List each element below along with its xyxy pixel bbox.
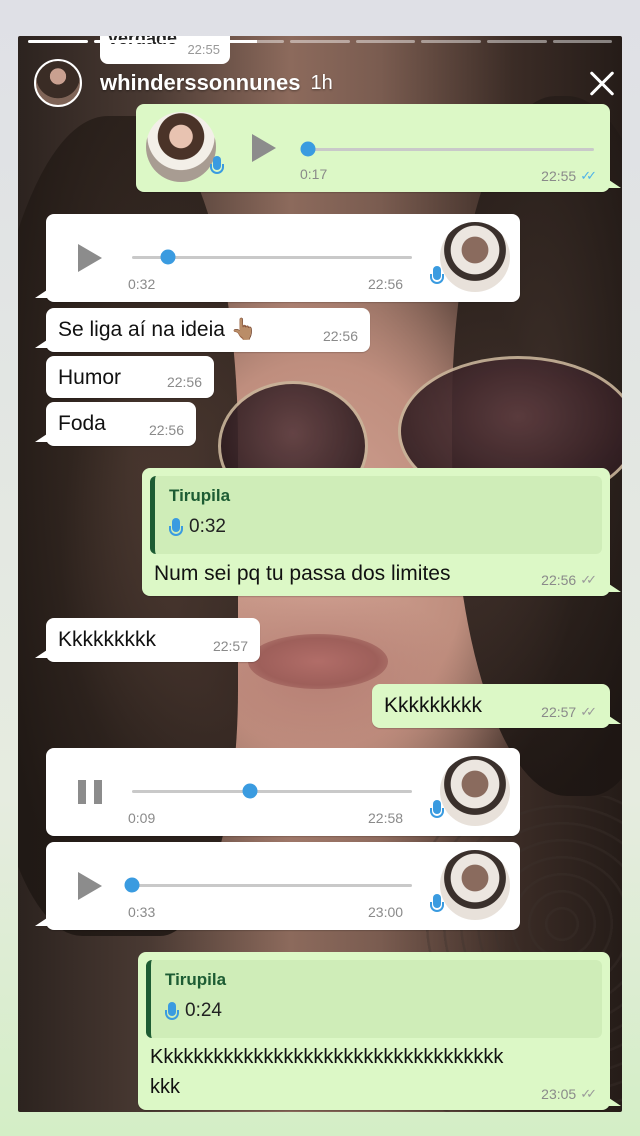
microphone-icon [430,266,444,288]
message-text-outgoing[interactable]: Kkkkkkkkk 22:57 ✓✓ [372,684,621,728]
message-text-incoming[interactable]: Foda 22:56 [35,402,196,446]
voice-duration: 0:17 [300,166,328,182]
message-text: Se liga aí na ideia 👆🏽 [58,318,257,341]
message-reply-outgoing[interactable]: Tirupila 0:32 Num sei pq tu passa dos li… [142,468,621,596]
read-ticks-icon: ✓✓ [580,168,597,183]
story-header: whinderssonnunes 1h [34,58,624,108]
message-reply-outgoing[interactable]: Tirupila 0:24 Kkkkkkkkkkkkkkkkkkkkkkkkkk… [138,952,621,1110]
sender-avatar [440,850,510,920]
message-time: 22:57 [212,638,248,654]
story-progress-segment [290,40,350,43]
play-icon[interactable] [78,244,102,272]
voice-track[interactable] [124,877,412,893]
message-text-incoming[interactable]: Kkkkkkkkk 22:57 [35,618,260,662]
message-meta: 22:57 [213,638,248,654]
quoted-voice-duration: 0:24 [185,1000,222,1021]
play-icon[interactable] [78,872,102,900]
story-time-ago: 1h [310,71,333,94]
sender-avatar [146,112,216,182]
voice-track[interactable] [300,141,594,157]
sender-avatar [440,222,510,292]
microphone-icon [169,518,183,540]
voice-duration: 0:32 [128,276,156,292]
close-icon[interactable] [582,64,622,104]
message-meta: 22:56 [149,422,184,438]
cutoff-message-time: 22:55 [187,42,220,57]
message-time: 22:56 [541,572,577,588]
voice-scrubber-knob[interactable] [160,249,176,265]
story-photo-lips [248,634,388,689]
sender-avatar [440,756,510,826]
story-progress-segment [28,40,88,43]
story-progress-segment [355,40,416,43]
microphone-icon [430,800,444,822]
quoted-message[interactable]: Tirupila 0:32 [150,476,602,554]
message-text-incoming[interactable]: Se liga aí na ideia 👆🏽 22:56 [35,308,370,352]
pause-icon[interactable] [78,780,102,804]
voice-track[interactable] [132,783,412,799]
microphone-icon [165,1002,179,1024]
message-meta: 22:55 ✓✓ [541,168,598,184]
message-text: Kkkkkkkkk [384,694,483,717]
message-voice-incoming[interactable]: 0:33 23:00 [35,842,520,930]
message-text: Humor [58,366,122,389]
voice-scrubber-knob[interactable] [124,877,140,893]
message-text-line: kkk [150,1076,180,1098]
message-time: 22:56 [166,374,202,390]
quoted-message[interactable]: Tirupila 0:24 [146,960,602,1038]
story-progress-fill [159,40,219,43]
story-progress-segment [93,40,154,43]
story-progress-segment [421,40,481,43]
message-time: 22:58 [368,810,404,826]
story-progress-fill [224,40,258,43]
delivered-ticks-icon: ✓✓ [580,704,597,719]
story-progress-bar [28,40,613,44]
quoted-voice-duration: 0:32 [189,516,226,537]
message-meta: 22:57 ✓✓ [541,704,598,720]
message-voice-incoming[interactable]: 0:09 22:58 [46,748,520,836]
story-progress-segment [224,40,285,43]
message-meta: 22:56 ✓✓ [541,572,598,588]
message-meta: 22:56 [167,374,202,390]
story-progress-fill [93,40,154,43]
voice-scrubber-knob[interactable] [242,783,258,799]
story-progress-segment [552,40,613,43]
message-time: 23:00 [368,904,404,920]
quoted-sender-name: Tirupila [165,970,227,989]
play-icon[interactable] [252,134,276,162]
message-meta: 23:05 ✓✓ [541,1086,598,1102]
message-time: 22:56 [322,328,358,344]
voice-duration: 0:33 [128,904,156,920]
message-text: Num sei pq tu passa dos limites [154,562,451,585]
story-progress-fill [28,40,88,43]
message-time: 22:55 [541,168,577,184]
message-text: Kkkkkkkkk [58,628,157,651]
voice-scrubber-knob[interactable] [300,141,316,157]
story-username[interactable]: whinderssonnunes [100,70,300,96]
microphone-icon [430,894,444,916]
message-text-incoming[interactable]: Humor 22:56 [46,356,214,398]
delivered-ticks-icon: ✓✓ [580,572,597,587]
message-time: 22:56 [148,422,184,438]
microphone-icon [210,156,224,178]
delivered-ticks-icon: ✓✓ [580,1086,597,1101]
message-time: 23:05 [541,1086,577,1102]
message-voice-outgoing[interactable]: 0:17 22:55 ✓✓ [136,104,621,192]
story-progress-segment [159,40,219,43]
voice-duration: 0:09 [128,810,156,826]
message-time: 22:56 [368,276,404,292]
story-progress-segment [486,40,547,43]
story-author-avatar[interactable] [34,59,82,107]
voice-track[interactable] [132,249,412,265]
message-text-line: Kkkkkkkkkkkkkkkkkkkkkkkkkkkkkkkkkkk [150,1046,504,1068]
message-meta: 22:56 [323,328,358,344]
message-text: Foda [58,412,106,435]
message-voice-incoming[interactable]: 0:32 22:56 [35,214,520,302]
message-time: 22:57 [541,704,577,720]
quoted-sender-name: Tirupila [169,486,231,505]
